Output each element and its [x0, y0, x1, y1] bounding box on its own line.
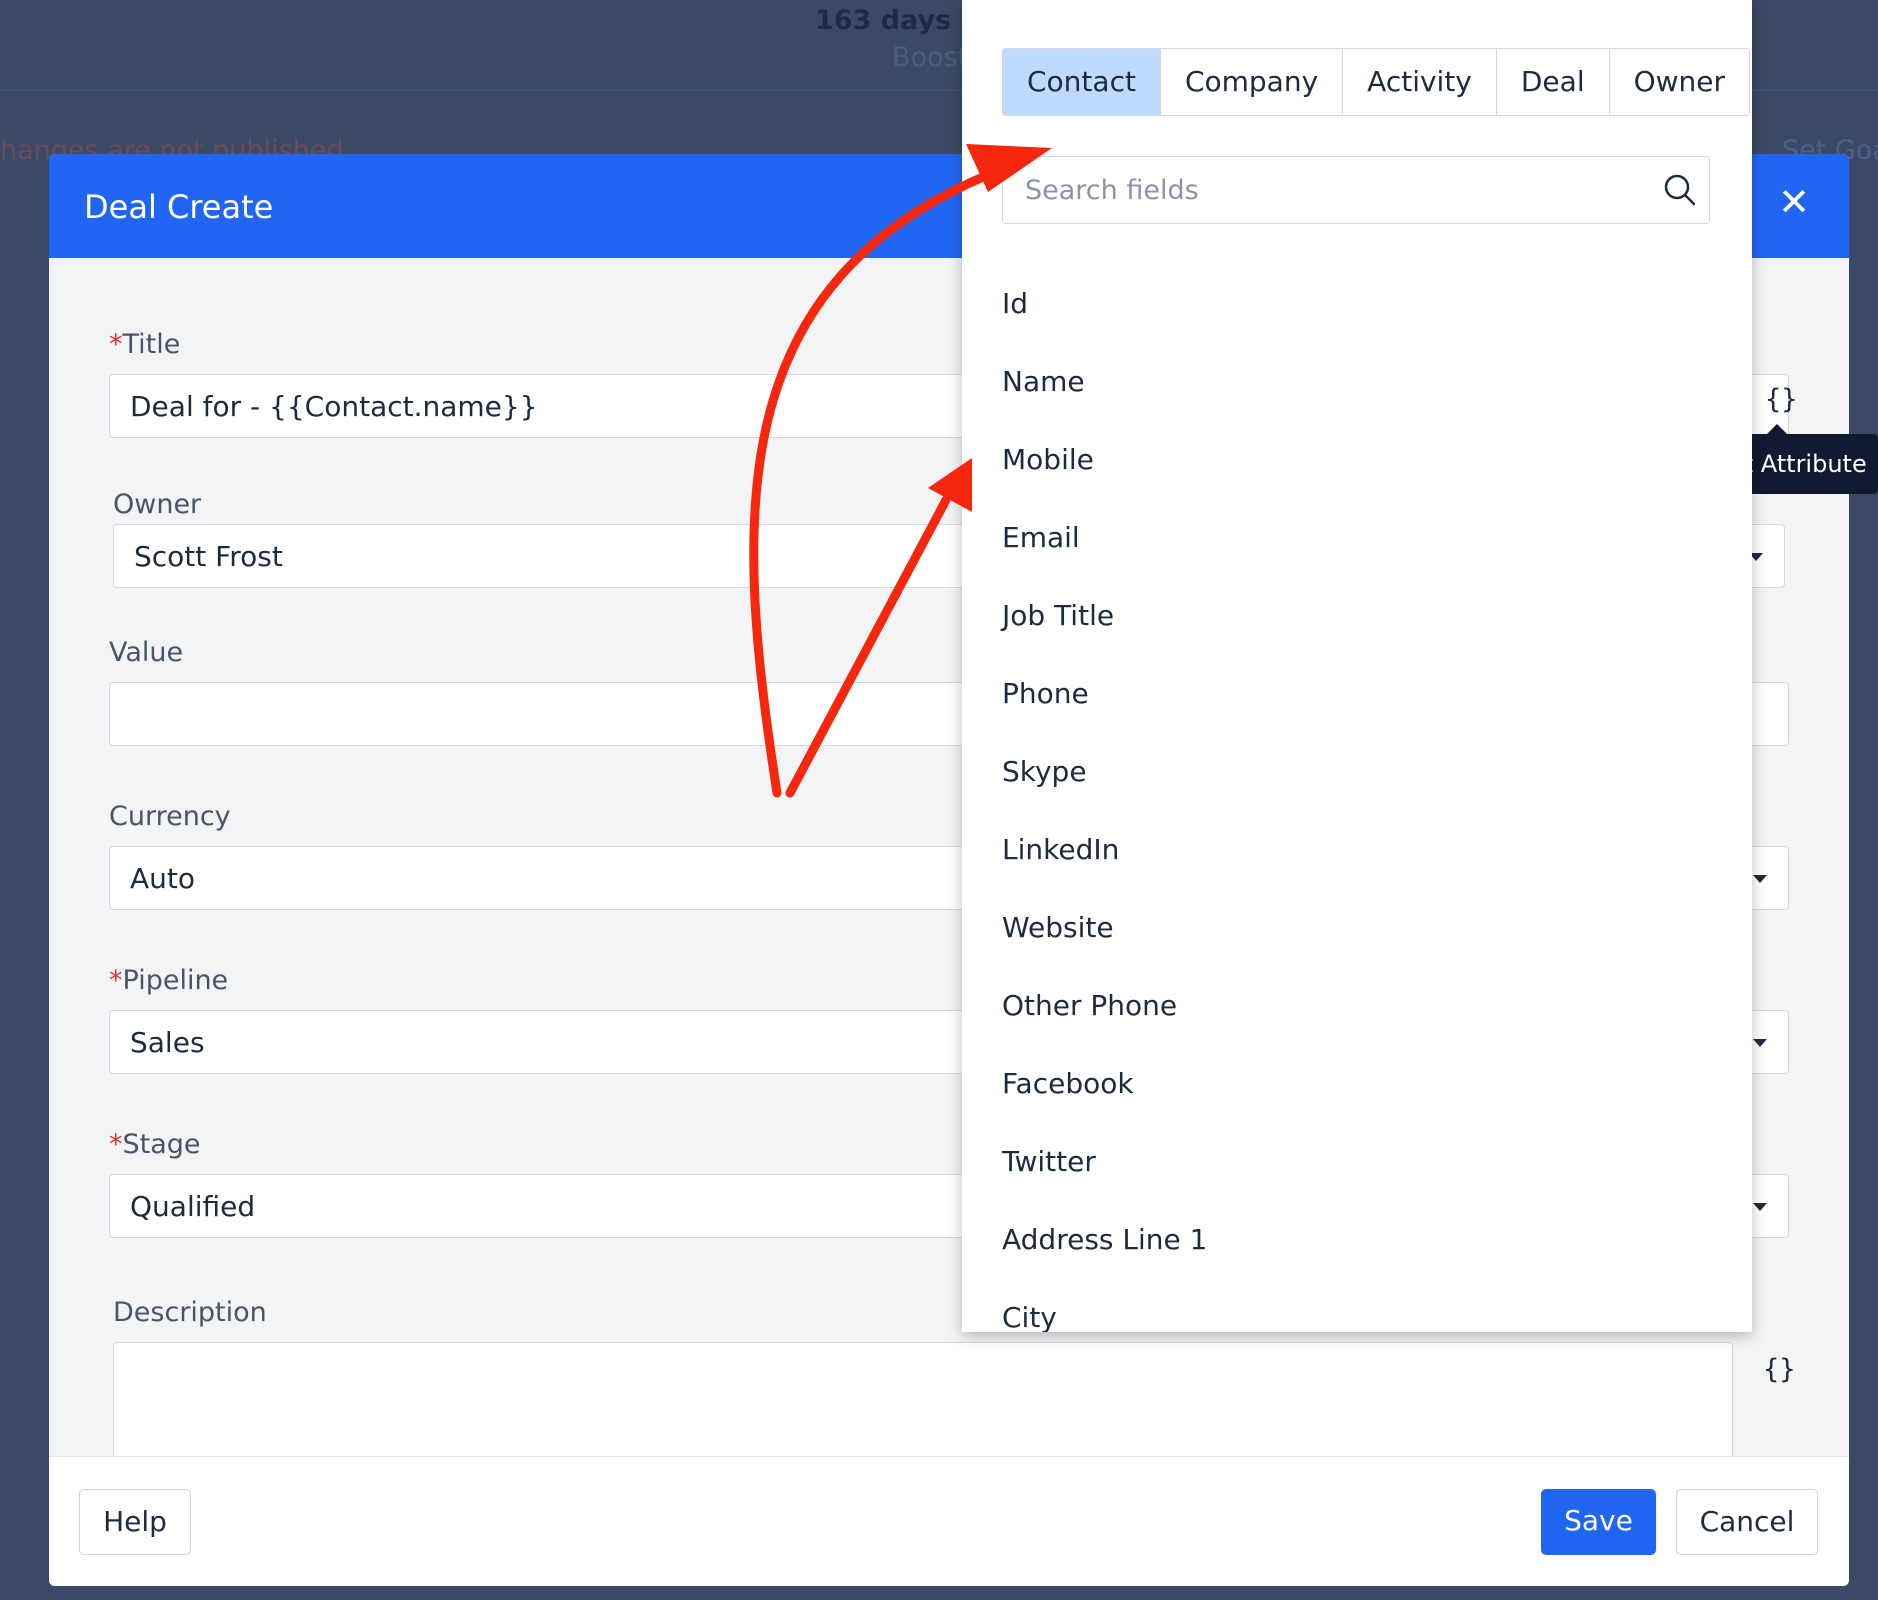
tab-deal[interactable]: Deal	[1495, 49, 1609, 115]
field-item-skype[interactable]: Skype	[1002, 730, 1207, 808]
tab-activity[interactable]: Activity	[1342, 49, 1496, 115]
tab-company[interactable]: Company	[1159, 49, 1342, 115]
attribute-field-list: Id Name Mobile Email Job Title Phone Sky…	[1002, 262, 1207, 1332]
tab-owner[interactable]: Owner	[1608, 49, 1749, 115]
stage-select-value: Qualified	[130, 1190, 256, 1223]
field-item-linkedin[interactable]: LinkedIn	[1002, 808, 1207, 886]
title-label-text: Title	[122, 329, 181, 360]
field-item-email[interactable]: Email	[1002, 496, 1207, 574]
field-item-name[interactable]: Name	[1002, 340, 1207, 418]
save-button[interactable]: Save	[1541, 1489, 1656, 1555]
field-item-id[interactable]: Id	[1002, 262, 1207, 340]
insert-attribute-icon[interactable]: {}	[1763, 1354, 1796, 1385]
search-icon[interactable]	[1661, 171, 1701, 211]
required-marker: *	[109, 965, 123, 996]
chevron-down-icon	[1753, 1039, 1767, 1047]
modal-title: Deal Create	[84, 188, 274, 226]
currency-label: Currency	[109, 801, 231, 832]
chevron-down-icon	[1753, 875, 1767, 883]
currency-select-value: Auto	[130, 862, 196, 895]
tooltip-arrow	[1767, 424, 1787, 434]
owner-label: Owner	[113, 489, 202, 520]
value-label: Value	[109, 637, 184, 668]
attribute-picker-panel: Contact Company Activity Deal Owner Id N…	[962, 0, 1752, 1332]
field-item-phone[interactable]: Phone	[1002, 652, 1207, 730]
field-item-job-title[interactable]: Job Title	[1002, 574, 1207, 652]
field-item-website[interactable]: Website	[1002, 886, 1207, 964]
field-item-other-phone[interactable]: Other Phone	[1002, 964, 1207, 1042]
field-item-twitter[interactable]: Twitter	[1002, 1120, 1207, 1198]
stage-label: *Stage	[109, 1129, 201, 1160]
insert-attribute-icon[interactable]: {}	[1765, 384, 1798, 415]
pipeline-select-value: Sales	[130, 1026, 205, 1059]
search-fields-box	[1002, 156, 1710, 224]
description-textarea[interactable]	[113, 1342, 1733, 1466]
title-label: *Title	[109, 329, 180, 360]
required-marker: *	[109, 1129, 123, 1160]
title-input-value: Deal for - {{Contact.name}}	[130, 390, 538, 423]
background-days-left-text: 163 days l	[815, 5, 970, 36]
owner-select-value: Scott Frost	[134, 540, 283, 573]
close-icon[interactable]: ✕	[1774, 182, 1814, 222]
search-fields-input[interactable]	[1025, 169, 1625, 211]
stage-label-text: Stage	[122, 1129, 201, 1160]
pipeline-label: *Pipeline	[109, 965, 228, 996]
field-item-mobile[interactable]: Mobile	[1002, 418, 1207, 496]
description-label: Description	[113, 1297, 267, 1328]
help-button[interactable]: Help	[79, 1489, 191, 1555]
attribute-tabs: Contact Company Activity Deal Owner	[1002, 48, 1751, 116]
cancel-button[interactable]: Cancel	[1676, 1489, 1818, 1555]
field-item-facebook[interactable]: Facebook	[1002, 1042, 1207, 1120]
chevron-down-icon	[1753, 1203, 1767, 1211]
required-marker: *	[109, 329, 123, 360]
tab-contact[interactable]: Contact	[1003, 49, 1160, 115]
field-item-city[interactable]: City	[1002, 1276, 1207, 1332]
background-boost-text: Boost	[892, 42, 969, 73]
pipeline-label-text: Pipeline	[122, 965, 229, 996]
field-item-address-line-1[interactable]: Address Line 1	[1002, 1198, 1207, 1276]
